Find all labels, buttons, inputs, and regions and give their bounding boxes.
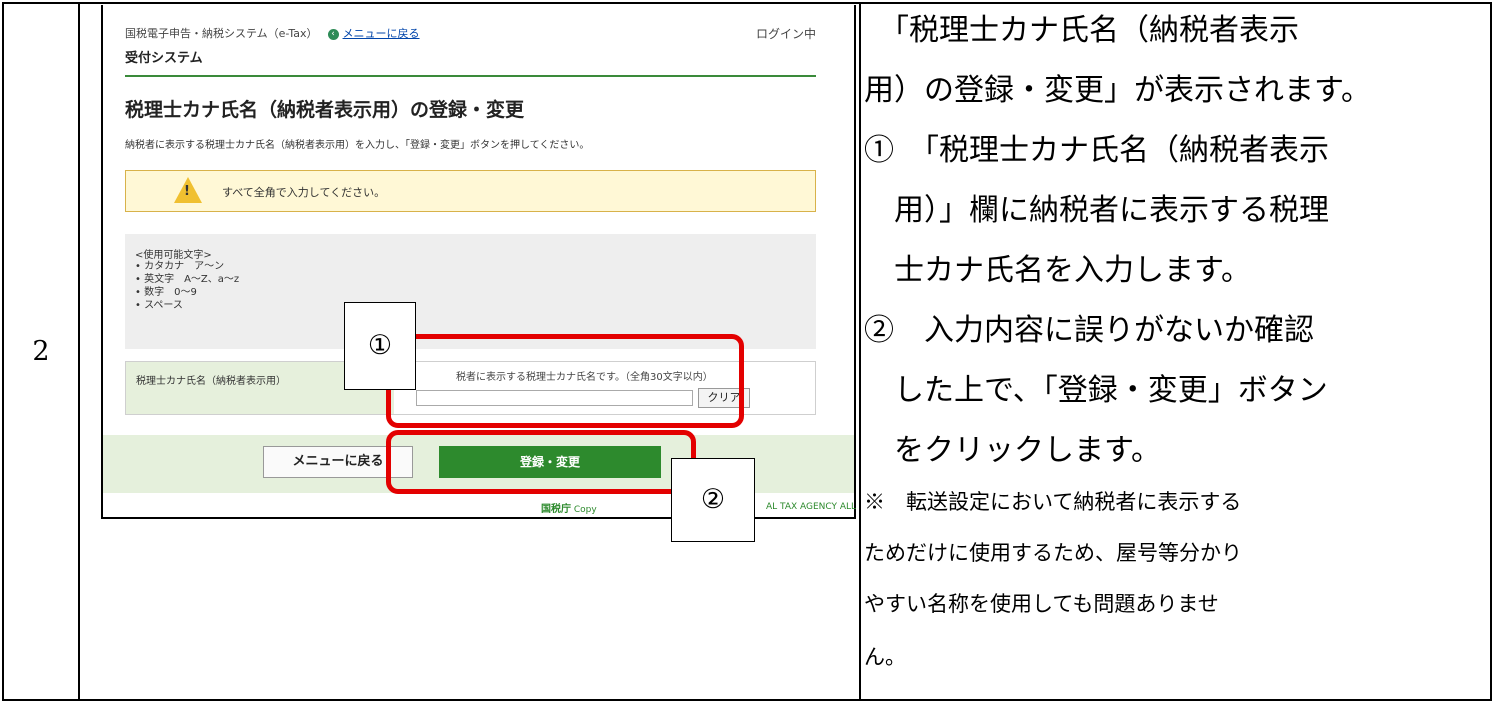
note-line: やすい名称を使用しても問題ありませ [864, 592, 1219, 616]
header-bar: 国税電子申告・納税システム（e-Tax） ‹ メニューに戻る [125, 25, 420, 41]
list-item: 英文字 A〜Z、a〜z [135, 273, 239, 286]
list-item: スペース [135, 299, 239, 312]
description-line: をクリックします。 [864, 433, 1161, 468]
login-status: ログイン中 [755, 27, 816, 41]
page-title: 税理士カナ氏名（納税者表示用）の登録・変更 [125, 99, 525, 121]
description-line: ② 入力内容に誤りがないか確認 [864, 313, 1314, 348]
list-item: 数字 0〜9 [135, 286, 239, 299]
description-line: 用）の登録・変更」が表示されます。 [864, 73, 1371, 108]
allowed-chars-heading: <使用可能文字> [135, 250, 212, 261]
highlight-register-button [386, 430, 696, 494]
system-name: 受付システム [125, 51, 203, 66]
callout-1: ① [344, 302, 416, 390]
header-system-name: 国税電子申告・納税システム（e-Tax） [125, 27, 318, 40]
highlight-input [386, 334, 744, 428]
column-divider [78, 4, 80, 699]
step-number: 2 [32, 336, 50, 367]
note-line: ※ 転送設定において納税者に表示する [864, 490, 1242, 514]
description-line: 士カナ氏名を入力します。 [864, 253, 1251, 288]
warning-exclamation: ! [184, 184, 190, 199]
description-line: した上で、「登録・変更」ボタン [864, 373, 1328, 408]
menu-link[interactable]: メニューに戻る [343, 27, 420, 40]
callout-2: ② [671, 458, 755, 542]
description-line: 用）」欄に納税者に表示する税理 [864, 193, 1329, 228]
footer-copyright: Copy [573, 505, 597, 515]
description-line: 「税理士カナ氏名（納税者表示 [864, 13, 1299, 48]
note-line: ためだけに使用するため、屋号等分かり [864, 541, 1242, 565]
column-divider [859, 4, 861, 699]
warning-box: ! すべて全角で入力してください。 [125, 170, 816, 212]
allowed-characters-box: <使用可能文字> カタカナ ア〜ン 英文字 A〜Z、a〜z 数字 0〜9 スペー… [125, 234, 816, 349]
description-line: ① 「税理士カナ氏名（納税者表示 [864, 133, 1329, 168]
footer-copyright-right: AL TAX AGENCY ALL [766, 502, 857, 512]
footer: 国税庁 Copy [541, 500, 597, 515]
list-item: カタカナ ア〜ン [135, 260, 239, 273]
instruction-table: 2 国税電子申告・納税システム（e-Tax） ‹ メニューに戻る ログイン中 受付シ… [2, 2, 1492, 701]
back-arrow-icon: ‹ [327, 28, 339, 40]
header-divider [125, 75, 816, 77]
warning-text: すべて全角で入力してください。 [222, 186, 386, 199]
note-line: ん。 [864, 645, 906, 669]
allowed-chars-list: カタカナ ア〜ン 英文字 A〜Z、a〜z 数字 0〜9 スペース [135, 260, 239, 312]
instruction-text: 納税者に表示する税理士カナ氏名（納税者表示用）を入力し、「登録・変更」ボタンを押… [125, 140, 590, 151]
nta-logo: 国税庁 [541, 504, 571, 515]
